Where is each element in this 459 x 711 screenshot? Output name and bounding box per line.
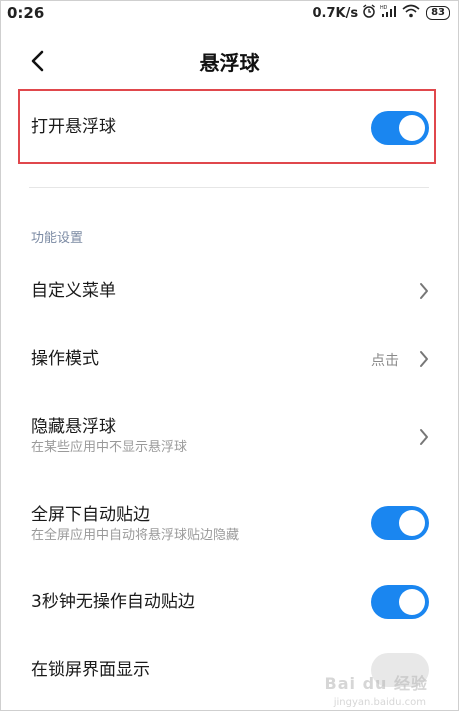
list-item-custom-menu[interactable]: 自定义菜单 — [31, 279, 431, 303]
signal-icon: HD — [380, 4, 398, 22]
list-item-hide-ball[interactable]: 隐藏悬浮球 在某些应用中不显示悬浮球 — [31, 415, 431, 457]
idle-edge-toggle[interactable] — [371, 585, 429, 619]
divider — [29, 187, 429, 188]
status-bar: 0:26 0.7K/s HD 83 — [1, 1, 458, 27]
operation-mode-value: 点击 — [371, 353, 399, 369]
alarm-icon — [362, 4, 376, 22]
toggle-knob — [399, 589, 425, 615]
watermark-logo: Bai du 经验 — [324, 674, 428, 693]
page-title: 悬浮球 — [199, 51, 260, 75]
status-icons: 0.7K/s HD 83 — [312, 4, 450, 22]
chevron-right-icon — [420, 283, 428, 299]
main-toggle-switch[interactable] — [371, 111, 429, 145]
status-time: 0:26 — [7, 4, 45, 22]
list-item-title: 隐藏悬浮球 — [31, 417, 116, 437]
chevron-right-icon — [420, 429, 428, 445]
list-item-subtitle: 在全屏应用中自动将悬浮球贴边隐藏 — [31, 528, 240, 543]
chevron-right-icon — [420, 351, 428, 367]
svg-text:HD: HD — [380, 5, 388, 11]
fullscreen-edge-toggle[interactable] — [371, 506, 429, 540]
battery-indicator: 83 — [426, 6, 450, 20]
list-item-title: 自定义菜单 — [31, 281, 116, 301]
toggle-knob — [399, 115, 425, 141]
watermark-url: jingyan.baidu.com — [333, 697, 426, 708]
toggle-knob — [399, 510, 425, 536]
wifi-icon — [402, 4, 420, 22]
section-label: 功能设置 — [31, 231, 84, 246]
network-speed: 0.7K/s — [312, 5, 359, 21]
header: 悬浮球 — [1, 41, 458, 81]
list-item-subtitle: 在某些应用中不显示悬浮球 — [31, 440, 188, 455]
screen: 0:26 0.7K/s HD 83 悬浮球 打开悬浮球 功能设置 自定义菜单 操… — [0, 0, 459, 711]
